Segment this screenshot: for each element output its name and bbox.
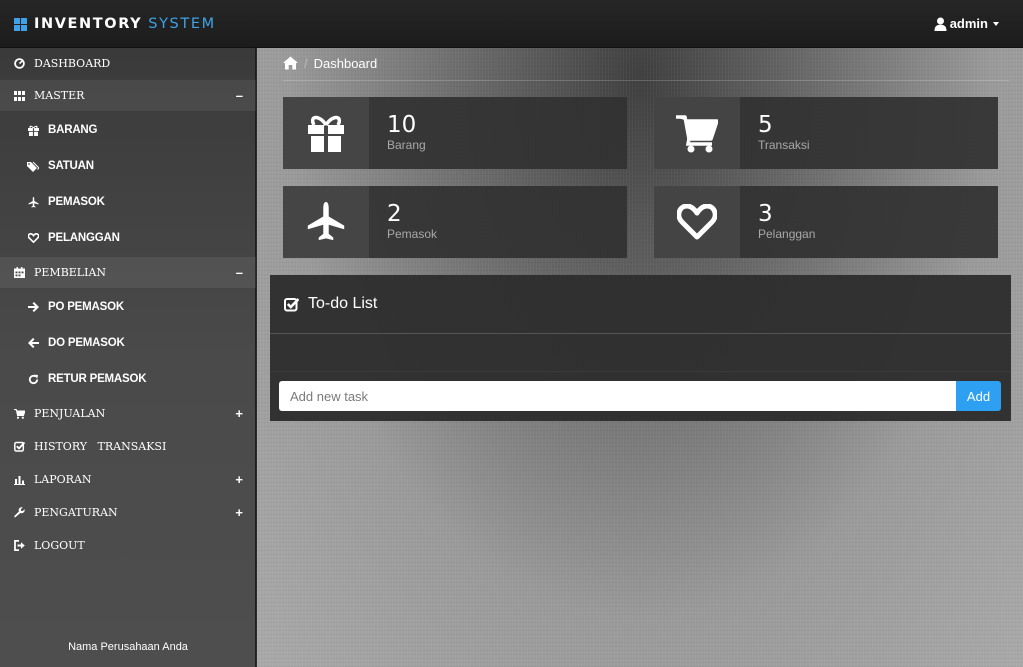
- new-task-input[interactable]: [279, 381, 956, 411]
- stat-value: 5: [758, 112, 773, 138]
- grid-icon: [12, 89, 26, 103]
- wrench-icon: [12, 506, 26, 520]
- stat-icon-box: [283, 186, 369, 258]
- collapse-toggle-icon[interactable]: –: [236, 265, 243, 280]
- collapse-toggle-icon[interactable]: –: [236, 88, 243, 103]
- sidebar-item-logout[interactable]: LOGOUT: [0, 530, 256, 561]
- stat-label: Barang: [387, 138, 426, 152]
- breadcrumb-current: Dashboard: [313, 55, 378, 71]
- stat-label: Transaksi: [758, 138, 810, 152]
- home-icon[interactable]: [283, 56, 298, 70]
- sidebar-item-po-pemasok[interactable]: PO PEMASOK: [0, 289, 256, 325]
- sidebar-item-label: SATUAN: [48, 160, 94, 172]
- bar-chart-icon: [12, 473, 26, 487]
- todo-panel: To-do List Add: [270, 275, 1011, 421]
- sidebar-item-do-pemasok[interactable]: DO PEMASOK: [0, 325, 256, 361]
- sidebar-item-label: RETUR PEMASOK: [48, 373, 147, 385]
- cart-icon: [676, 115, 718, 153]
- expand-toggle-icon[interactable]: +: [235, 505, 243, 520]
- company-name-footer: Nama Perusahaan Anda: [68, 641, 188, 653]
- arrow-right-icon: [26, 300, 40, 314]
- stat-icon-box: [654, 186, 740, 258]
- arrow-left-icon: [26, 336, 40, 350]
- main-content: / Dashboard 10 Barang 5 Transaksi 2 Pema…: [257, 48, 1023, 667]
- expand-toggle-icon[interactable]: +: [235, 472, 243, 487]
- sidebar-item-pemasok[interactable]: PEMASOK: [0, 184, 256, 220]
- sidebar-item-history-transaksi[interactable]: HISTORY TRANSAKSI: [0, 431, 256, 462]
- sidebar-item-label: HISTORY TRANSAKSI: [34, 440, 167, 453]
- sidebar-item-label: PELANGGAN: [48, 232, 120, 244]
- add-task-button[interactable]: Add: [956, 381, 1001, 411]
- stat-label: Pemasok: [387, 227, 438, 241]
- sidebar-item-pengaturan[interactable]: PENGATURAN +: [0, 497, 256, 528]
- breadcrumb: / Dashboard: [283, 55, 377, 71]
- stat-value: 2: [387, 201, 402, 227]
- todo-divider: [270, 371, 1011, 372]
- user-dropdown[interactable]: admin: [934, 16, 999, 31]
- sidebar-item-label: DASHBOARD: [34, 57, 111, 70]
- sidebar-item-retur-pemasok[interactable]: RETUR PEMASOK: [0, 361, 256, 397]
- stat-value: 10: [387, 112, 417, 138]
- sidebar-item-laporan[interactable]: LAPORAN +: [0, 464, 256, 495]
- sidebar-item-label: MASTER: [34, 89, 85, 102]
- logout-icon: [12, 539, 26, 553]
- todo-title: To-do List: [308, 295, 378, 312]
- cart-icon: [12, 407, 26, 421]
- stat-icon-box: [654, 97, 740, 169]
- sidebar-item-pembelian[interactable]: PEMBELIAN –: [0, 257, 256, 288]
- sidebar-item-penjualan[interactable]: PENJUALAN +: [0, 398, 256, 429]
- stat-icon-box: [283, 97, 369, 169]
- plane-icon: [307, 202, 345, 241]
- dashboard-icon: [12, 57, 26, 71]
- brand-main-text: INVENTORY: [34, 16, 143, 32]
- stat-card-pemasok[interactable]: 2 Pemasok: [283, 186, 627, 258]
- stat-value: 3: [758, 201, 773, 227]
- breadcrumb-separator: /: [304, 55, 308, 71]
- checkbox-check-icon: [284, 297, 299, 312]
- sidebar-item-label: PO PEMASOK: [48, 301, 124, 313]
- stat-label: Pelanggan: [758, 227, 816, 241]
- brand-accent-text: SYSTEM: [148, 16, 216, 32]
- check-icon: [12, 440, 26, 454]
- refresh-icon: [26, 372, 40, 386]
- sidebar-item-dashboard[interactable]: DASHBOARD: [0, 48, 256, 79]
- tags-icon: [26, 159, 40, 173]
- user-name: admin: [949, 16, 988, 31]
- plane-icon: [26, 195, 40, 209]
- top-navbar: INVENTORY SYSTEM admin: [0, 0, 1023, 48]
- sidebar-item-label: PENGATURAN: [34, 506, 118, 519]
- brand[interactable]: INVENTORY SYSTEM: [14, 14, 216, 34]
- caret-down-icon: [993, 21, 999, 26]
- stat-card-barang[interactable]: 10 Barang: [283, 97, 627, 169]
- user-icon: [934, 17, 947, 31]
- stat-card-transaksi[interactable]: 5 Transaksi: [654, 97, 998, 169]
- heart-icon: [677, 204, 717, 240]
- sidebar: DASHBOARD MASTER – BARANG SATUAN PEMASOK…: [0, 48, 256, 667]
- sidebar-item-label: PEMBELIAN: [34, 266, 107, 279]
- brand-grid-icon: [14, 17, 27, 31]
- expand-toggle-icon[interactable]: +: [235, 406, 243, 421]
- sidebar-item-barang[interactable]: BARANG: [0, 112, 256, 148]
- sidebar-item-label: BARANG: [48, 124, 98, 136]
- sidebar-item-label: PENJUALAN: [34, 407, 106, 420]
- sidebar-item-label: DO PEMASOK: [48, 337, 125, 349]
- sidebar-item-label: LOGOUT: [34, 539, 85, 552]
- sidebar-item-label: LAPORAN: [34, 473, 92, 486]
- sidebar-item-satuan[interactable]: SATUAN: [0, 148, 256, 184]
- sidebar-item-master[interactable]: MASTER –: [0, 80, 256, 111]
- todo-header: To-do List: [270, 275, 1011, 334]
- gift-icon: [26, 123, 40, 137]
- breadcrumb-divider: [283, 80, 1009, 81]
- gift-icon: [308, 115, 344, 152]
- sidebar-item-pelanggan[interactable]: PELANGGAN: [0, 220, 256, 256]
- sidebar-item-label: PEMASOK: [48, 196, 105, 208]
- calendar-icon: [12, 266, 26, 280]
- stat-card-pelanggan[interactable]: 3 Pelanggan: [654, 186, 998, 258]
- heart-icon: [26, 231, 40, 245]
